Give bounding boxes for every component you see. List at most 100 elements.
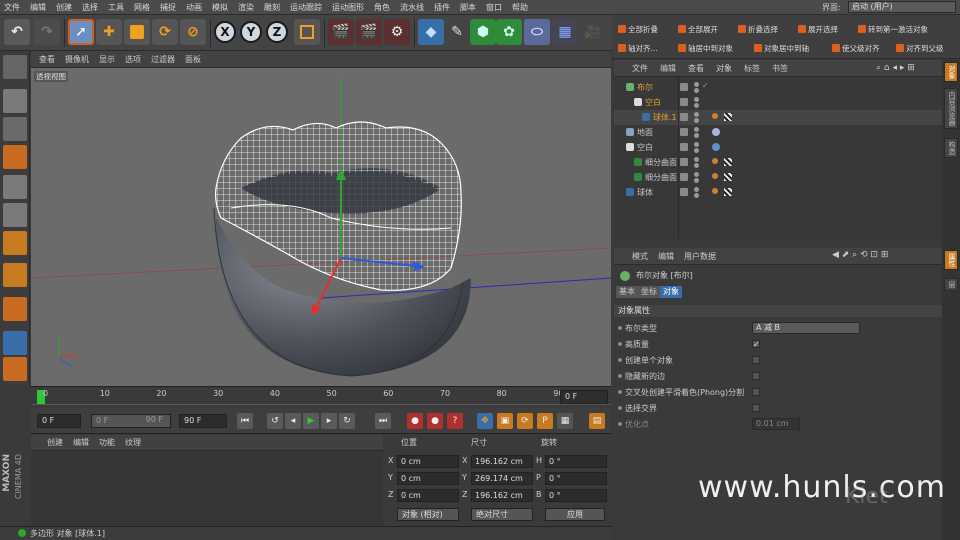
tab-object[interactable]: 对象 [660,286,682,298]
material-menu-item[interactable]: 创建 [47,437,63,448]
object-menu-item[interactable]: 查看 [688,63,704,74]
rot-p-field[interactable]: 0 ° [545,472,607,485]
render-dot-icon[interactable] [694,163,699,168]
object-row[interactable]: 空白 [614,95,942,110]
spline-pen-icon[interactable]: ✎ [444,19,470,45]
object-row[interactable]: 空白 [614,140,942,155]
material-menu-item[interactable]: 编辑 [73,437,89,448]
optimize-points-field[interactable]: 0.01 cm [752,418,800,430]
expand-selected-button[interactable]: 展开选择 [798,21,838,37]
property-checkbox[interactable] [752,356,760,364]
side-tab[interactable]: 属性 [944,250,958,270]
editor-dot-icon[interactable] [694,142,699,147]
render-picture-viewer-icon[interactable]: 🎬 [356,19,382,45]
menu-item[interactable]: 帮助 [512,2,528,13]
om-nav-icons[interactable]: ⌕ ⌂ ◂ ▸ ⊞ [876,63,915,73]
align-to-parent-button[interactable]: 对齐到父级 [896,40,944,56]
render-dot-icon[interactable] [694,193,699,198]
visibility-icon[interactable] [680,188,688,196]
key-position-icon[interactable]: ✥ [477,413,493,429]
rot-b-field[interactable]: 0 ° [545,489,607,502]
menu-item[interactable]: 运动图形 [332,2,364,13]
rot-h-field[interactable]: 0 ° [545,455,607,468]
side-tab[interactable]: 层 [944,278,958,291]
render-view-icon[interactable]: 🎬 [328,19,354,45]
redo-icon[interactable]: ↷ [34,19,60,45]
axis-center-to-object-button[interactable]: 轴居中到对象 [678,40,733,56]
object-menu-item[interactable]: 标签 [744,63,760,74]
null-tag-icon[interactable] [712,143,720,151]
visibility-icon[interactable] [680,98,688,106]
floor-scene-icon[interactable]: ▦ [552,19,578,45]
render-dot-icon[interactable] [694,103,699,108]
material-manager-area[interactable] [31,451,383,526]
render-dot-icon[interactable] [694,178,699,183]
menu-item[interactable]: 选择 [82,2,98,13]
menu-item[interactable]: 雕刻 [264,2,280,13]
editor-dot-icon[interactable] [694,172,699,177]
menu-item[interactable]: 脚本 [460,2,476,13]
check-icon[interactable]: ✓ [702,81,709,90]
material-tag-icon[interactable] [724,188,732,196]
apply-button[interactable]: 应用 [545,508,605,521]
size-y-field[interactable]: 269.174 cm [471,472,533,485]
render-dot-icon[interactable] [694,88,699,93]
side-tab[interactable]: 内容浏览器 [944,88,958,129]
object-menu-item[interactable]: 对象 [716,63,732,74]
x-axis-lock-icon[interactable]: X [214,21,236,43]
object-row[interactable]: 细分曲面 [614,170,942,185]
menu-item[interactable]: 捕捉 [160,2,176,13]
viewport-menu-item[interactable]: 显示 [99,54,115,65]
next-frame-icon[interactable]: ▸ [321,413,337,429]
object-center-to-axis-button[interactable]: 对象居中到轴 [754,40,809,56]
menu-item[interactable]: 窗口 [486,2,502,13]
material-tag-icon[interactable] [724,173,732,181]
prev-key-icon[interactable]: ↺ [267,413,283,429]
object-menu-item[interactable]: 编辑 [660,63,676,74]
camera-icon[interactable]: 🎥 [580,19,606,45]
visibility-icon[interactable] [680,143,688,151]
collapse-all-button[interactable]: 全部折叠 [618,21,658,37]
boole-type-select[interactable]: A 减 B [752,322,860,334]
perspective-viewport[interactable]: 透视视图 ✥ ⇣ ⟲ ▭ [31,68,611,386]
property-checkbox[interactable] [752,388,760,396]
key-scale-icon[interactable]: ▣ [497,413,513,429]
autokey-icon[interactable]: ● [427,413,443,429]
material-tag-icon[interactable] [724,158,732,166]
menu-item[interactable]: 文件 [4,2,20,13]
cube-primitive-icon[interactable]: ◆ [418,19,444,45]
attribute-menu-item[interactable]: 编辑 [658,251,674,262]
record-icon[interactable]: ● [407,413,423,429]
model-mode-icon[interactable] [3,89,27,113]
menu-item[interactable]: 创建 [56,2,72,13]
visibility-icon[interactable] [680,83,688,91]
edges-mode-icon[interactable] [3,203,27,227]
object-manager-list[interactable]: 布尔 ✓ 空白 球体.1 地面 空白 细分曲面 细分曲面 球体 [614,77,942,239]
points-mode-icon[interactable] [3,175,27,199]
editor-dot-icon[interactable] [694,97,699,102]
expand-all-button[interactable]: 全部展开 [678,21,718,37]
goto-start-icon[interactable]: ⏮ [237,413,253,429]
menu-item[interactable]: 模拟 [212,2,228,13]
pos-y-field[interactable]: 0 cm [397,472,459,485]
side-tab[interactable]: 构造 [944,138,958,158]
render-settings-icon[interactable]: ⚙ [384,19,410,45]
editor-dot-icon[interactable] [694,82,699,87]
editor-dot-icon[interactable] [694,187,699,192]
render-dot-icon[interactable] [694,133,699,138]
align-parent-button[interactable]: 使父级对齐 [832,40,880,56]
viewport-menu-item[interactable]: 面板 [185,54,201,65]
workplane-mode-icon[interactable] [3,145,27,169]
axis-mode-icon[interactable] [3,263,27,287]
keyframe-selection-icon[interactable]: ? [447,413,463,429]
key-param-icon[interactable]: P [537,413,553,429]
polygons-mode-icon[interactable] [3,231,27,255]
coordinate-system-icon[interactable] [294,19,320,45]
visibility-icon[interactable] [680,128,688,136]
workplane-icon[interactable] [3,331,27,355]
axis-align-button[interactable]: 轴对齐... [618,40,658,56]
snap-icon[interactable] [3,297,27,321]
phong-tag-icon[interactable] [712,173,718,179]
floor-tag-icon[interactable] [712,128,720,136]
subdivision-generator-icon[interactable]: ⬢ [470,19,496,45]
